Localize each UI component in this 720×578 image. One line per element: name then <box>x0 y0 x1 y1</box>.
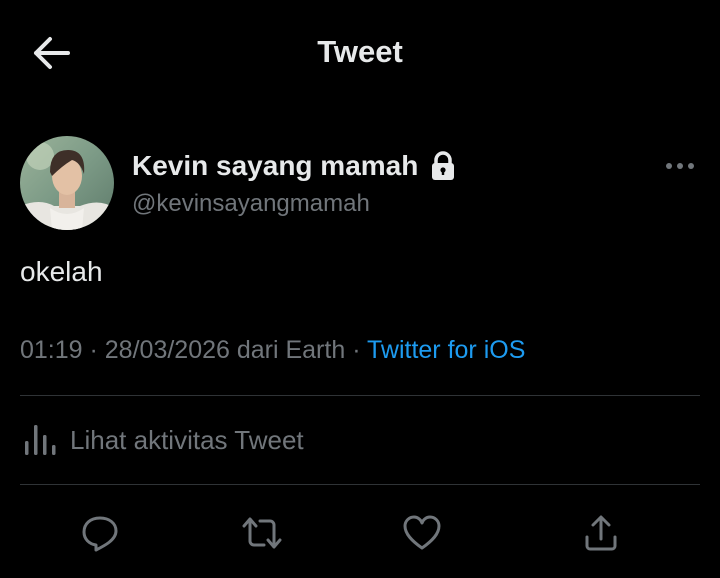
avatar-image <box>20 136 114 230</box>
share-button[interactable] <box>578 510 624 556</box>
tweet-text: okelah <box>20 256 103 287</box>
retweet-icon <box>242 517 282 549</box>
view-tweet-activity-button[interactable]: Lihat aktivitas Tweet <box>20 418 304 462</box>
display-name: Kevin sayang mamah <box>132 150 419 181</box>
tweet-actions-bar <box>0 510 720 556</box>
tweet-source-link[interactable]: Twitter for iOS <box>367 336 525 364</box>
retweet-button[interactable] <box>239 510 285 556</box>
divider <box>20 484 700 485</box>
share-icon <box>585 515 617 551</box>
tweet-date-location: 28/03/2026 dari Earth <box>104 336 346 364</box>
page-title: Tweet <box>317 34 403 69</box>
display-name-row[interactable]: Kevin sayang mamah <box>132 150 456 182</box>
tweet-author: Kevin sayang mamah @kevinsayangmamah <box>20 136 700 230</box>
bar-chart-icon <box>25 425 56 455</box>
user-handle[interactable]: @kevinsayangmamah <box>132 190 370 218</box>
reply-icon <box>82 516 118 552</box>
like-button[interactable] <box>399 510 445 556</box>
more-options-button[interactable] <box>660 154 700 178</box>
reply-button[interactable] <box>77 510 123 556</box>
lock-icon <box>430 151 456 181</box>
tweet-metadata: 01:19 · 28/03/2026 dari Earth · Twitter … <box>20 336 525 365</box>
heart-icon <box>403 515 441 550</box>
view-activity-label: Lihat aktivitas Tweet <box>70 424 304 455</box>
more-horizontal-icon <box>666 163 694 169</box>
meta-separator: · <box>345 336 368 364</box>
top-bar: Tweet <box>0 0 720 105</box>
avatar[interactable] <box>20 136 114 230</box>
meta-separator: · <box>82 336 105 364</box>
divider <box>20 395 700 396</box>
tweet-time: 01:19 <box>20 336 83 364</box>
